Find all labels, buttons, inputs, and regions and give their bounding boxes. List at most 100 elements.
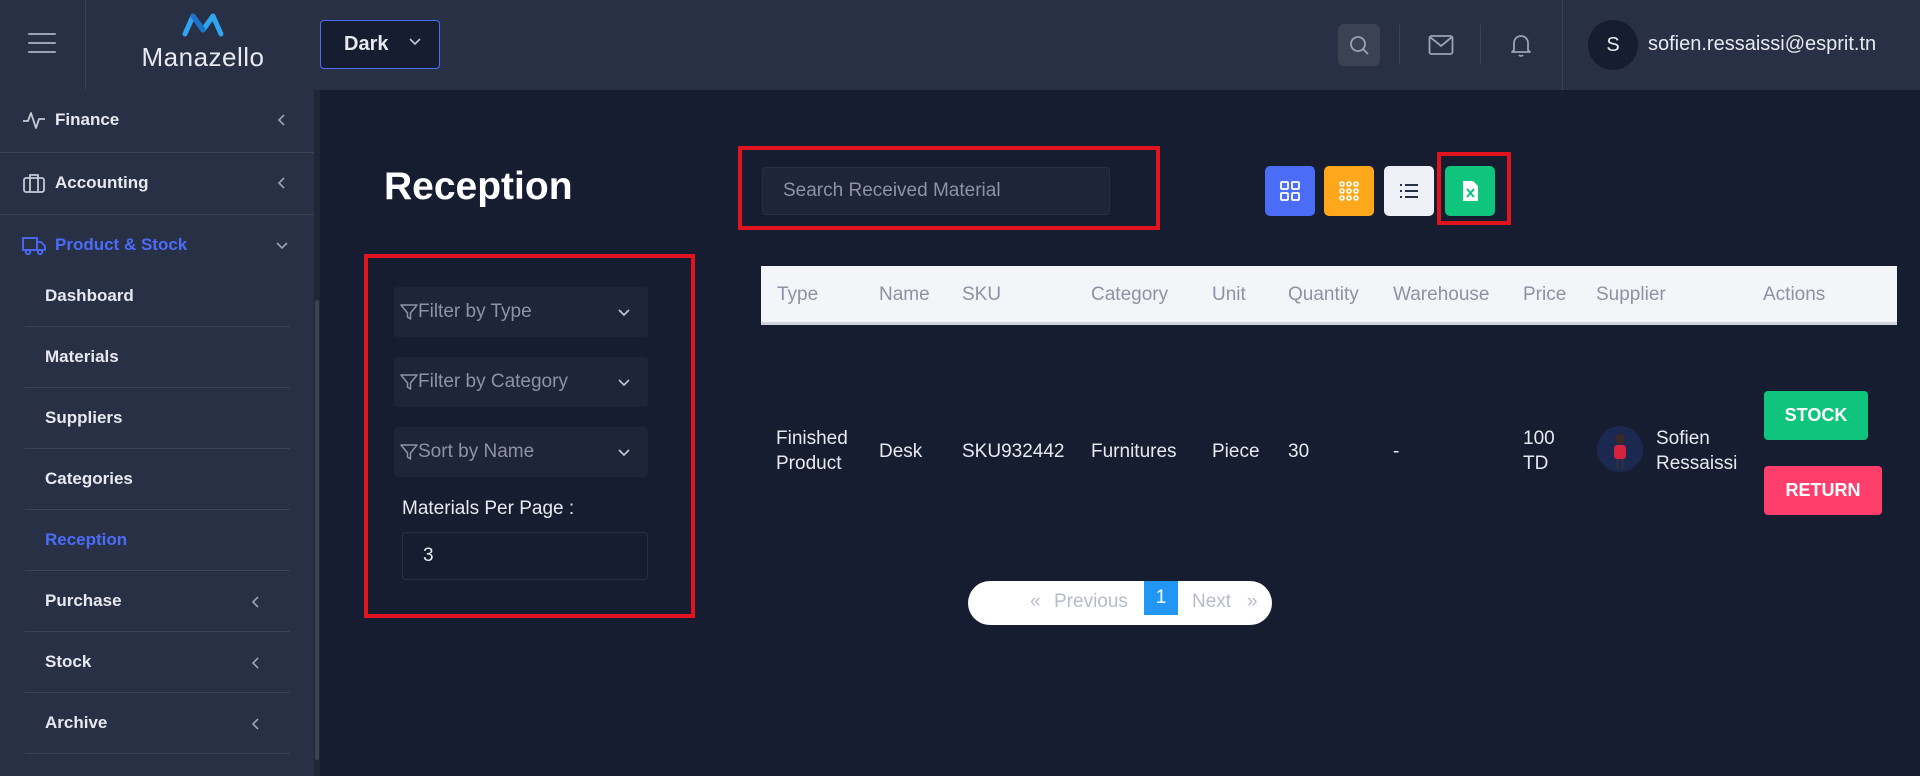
sidebar-item-label: Reception	[45, 530, 128, 549]
per-page-input[interactable]	[402, 532, 648, 580]
logo-icon	[182, 13, 224, 37]
mail-icon	[1428, 35, 1454, 55]
filter-icon	[400, 444, 418, 460]
sidebar-item-label: Dashboard	[45, 286, 134, 305]
export-excel-button[interactable]	[1445, 166, 1495, 216]
scrollbar-thumb[interactable]	[315, 300, 319, 760]
filter-category-label: Filter by Category	[418, 371, 568, 392]
chevron-left-icon	[277, 177, 285, 189]
sidebar-item-purchase[interactable]: Purchase	[25, 571, 290, 632]
user-email[interactable]: sofien.ressaissi@esprit.tn	[1648, 33, 1876, 56]
header-divider	[1399, 25, 1400, 65]
cell-supplier: Sofien Ressaissi	[1656, 426, 1737, 476]
column-header-unit[interactable]: Unit	[1212, 284, 1246, 306]
table-header: Type Name SKU Category Unit Quantity War…	[761, 266, 1897, 325]
sidebar-item-categories[interactable]: Categories	[25, 449, 290, 510]
cell-warehouse: -	[1393, 441, 1400, 462]
chevron-left-icon	[251, 596, 259, 608]
cell-category: Furnitures	[1091, 441, 1177, 462]
bell-icon	[1511, 35, 1531, 57]
search-button[interactable]	[1338, 24, 1380, 66]
cell-quantity: 30	[1288, 441, 1310, 462]
return-button[interactable]: RETURN	[1764, 466, 1882, 515]
sidebar-item-archive[interactable]: Archive	[25, 693, 290, 754]
stock-button[interactable]: STOCK	[1764, 391, 1868, 440]
column-header-price[interactable]: Price	[1523, 284, 1566, 306]
sidebar-item-suppliers[interactable]: Suppliers	[25, 388, 290, 449]
activity-icon	[23, 112, 45, 129]
column-header-warehouse[interactable]: Warehouse	[1393, 284, 1489, 306]
filter-icon	[400, 374, 418, 390]
compact-grid-view-button[interactable]	[1324, 166, 1374, 216]
mail-button[interactable]	[1420, 24, 1462, 66]
pagination-current-page[interactable]: 1	[1144, 581, 1178, 615]
search-input[interactable]	[762, 167, 1110, 215]
sidebar-item-label: Stock	[45, 652, 92, 671]
sidebar-item-accounting[interactable]: Accounting	[0, 153, 314, 213]
brand-logo[interactable]: Manazello	[138, 10, 268, 80]
logo-text: Manazello	[141, 42, 265, 72]
cell-supplier-line: Sofien	[1656, 428, 1710, 449]
sidebar-item-stock[interactable]: Stock	[25, 632, 290, 693]
grid-icon	[1280, 181, 1300, 201]
excel-file-icon	[1463, 181, 1478, 201]
briefcase-icon	[23, 174, 45, 193]
sidebar-item-label: Purchase	[45, 591, 122, 610]
sidebar-item-finance[interactable]: Finance	[0, 90, 314, 150]
list-view-button[interactable]	[1384, 166, 1434, 216]
chevron-left-icon	[251, 657, 259, 669]
grid-view-button[interactable]	[1265, 166, 1315, 216]
cell-price: 100 TD	[1523, 426, 1555, 476]
menu-toggle-icon[interactable]	[28, 33, 56, 55]
chevron-down-icon	[618, 449, 630, 457]
sort-select[interactable]: Sort by Name	[394, 427, 648, 477]
sort-label: Sort by Name	[418, 441, 535, 462]
sidebar-item-label: Materials	[45, 347, 119, 366]
cell-sku: SKU932442	[962, 441, 1065, 462]
truck-icon	[22, 237, 46, 256]
cell-price-line: 100	[1523, 428, 1555, 449]
sidebar-item-label: Product & Stock	[55, 235, 188, 254]
column-header-type[interactable]: Type	[777, 284, 818, 306]
cell-supplier-line: Ressaissi	[1656, 453, 1738, 474]
chevron-left-icon	[251, 718, 259, 730]
pagination-previous[interactable]: Previous	[1054, 591, 1128, 613]
pagination-first[interactable]: «	[1030, 591, 1041, 613]
notifications-button[interactable]	[1500, 24, 1542, 66]
column-header-category[interactable]: Category	[1091, 284, 1168, 306]
person-photo-icon	[1614, 434, 1626, 469]
top-navbar: Manazello Dark S sofien.ressaissi@esprit…	[0, 0, 1920, 90]
sidebar-scrollbar[interactable]	[314, 90, 320, 776]
sidebar-item-label: Accounting	[55, 173, 149, 192]
column-header-quantity[interactable]: Quantity	[1288, 284, 1359, 306]
column-header-actions: Actions	[1763, 284, 1826, 305]
column-header-name[interactable]: Name	[879, 284, 930, 306]
pagination-last[interactable]: »	[1247, 591, 1258, 613]
pagination-next[interactable]: Next	[1192, 591, 1231, 613]
column-header-sku[interactable]: SKU	[962, 284, 1001, 306]
chevron-down-icon	[618, 309, 630, 317]
cell-type-line: Finished	[776, 428, 848, 449]
column-header-supplier[interactable]: Supplier	[1596, 284, 1666, 306]
sidebar-item-reception[interactable]: Reception	[25, 510, 290, 571]
filter-icon	[400, 304, 418, 320]
filter-category-select[interactable]: Filter by Category	[394, 357, 648, 407]
search-icon	[1350, 36, 1369, 55]
sidebar-item-materials[interactable]: Materials	[25, 327, 290, 388]
sidebar-item-label: Suppliers	[45, 408, 123, 427]
chevron-down-icon	[409, 38, 421, 46]
chevron-down-icon	[276, 242, 288, 250]
chevron-down-icon	[618, 379, 630, 387]
sidebar-item-label: Archive	[45, 713, 108, 732]
cell-type-line: Product	[776, 453, 842, 474]
cell-price-line: TD	[1523, 453, 1549, 474]
chevron-left-icon	[277, 114, 285, 126]
filter-type-select[interactable]: Filter by Type	[394, 287, 648, 337]
theme-select[interactable]: Dark	[320, 20, 440, 69]
cell-type: Finished Product	[776, 426, 848, 476]
page-title: Reception	[384, 165, 573, 208]
list-icon	[1400, 184, 1418, 198]
filter-type-label: Filter by Type	[418, 301, 532, 322]
user-avatar[interactable]: S	[1588, 20, 1638, 70]
sidebar-item-dashboard[interactable]: Dashboard	[25, 266, 290, 327]
